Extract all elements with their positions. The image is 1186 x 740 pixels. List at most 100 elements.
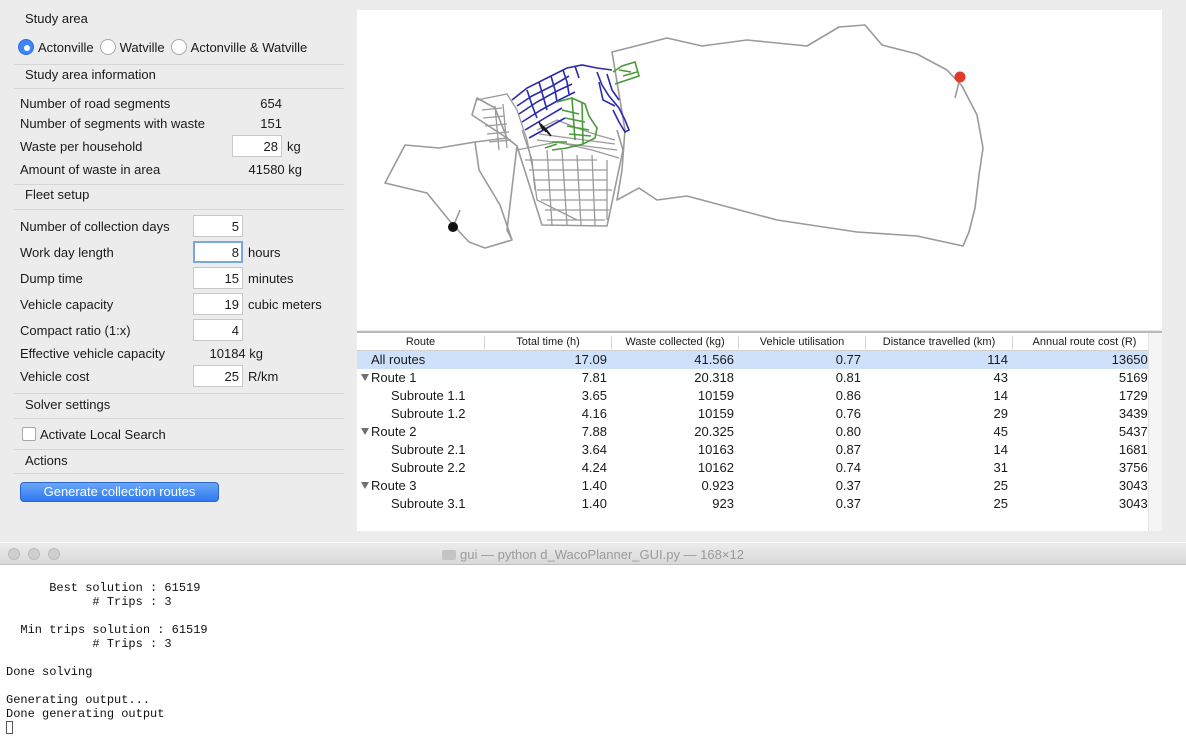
divider: [14, 449, 344, 450]
generate-routes-button[interactable]: Generate collection routes: [20, 482, 219, 502]
col-distance[interactable]: Distance travelled (km): [866, 336, 1013, 349]
route-name-cell: Route 1: [371, 370, 417, 385]
table-cell: 0.74: [835, 460, 861, 475]
route-name-cell: All routes: [371, 352, 426, 367]
fleet-setup-header: Fleet setup: [25, 187, 90, 202]
table-cell: 7.88: [581, 424, 607, 439]
folder-icon: [442, 550, 457, 560]
app-window: Study area Actonville Watville Actonvill…: [0, 0, 1186, 542]
radio-actonville-label[interactable]: Actonville: [38, 40, 94, 55]
table-row[interactable]: Subroute 1.2 4.16 10159 0.76 29 34397: [357, 405, 1162, 423]
radio-both-label[interactable]: Actonville & Watville: [191, 40, 308, 55]
effective-capacity-value: 10184 kg: [209, 346, 264, 361]
table-cell: 0.37: [835, 496, 861, 511]
workday-field[interactable]: [193, 241, 243, 263]
table-row[interactable]: Subroute 2.2 4.24 10162 0.74 31 37565: [357, 459, 1162, 477]
terminal-title: gui — python d_WacoPlanner_GUI.py — 168×…: [0, 547, 1186, 562]
table-cell: 45: [993, 424, 1008, 439]
table-cell: 20.318: [694, 370, 734, 385]
waste-segments-value: 151: [260, 116, 282, 131]
table-row[interactable]: Subroute 3.1 1.40 923 0.37 25 30432: [357, 495, 1162, 513]
vehicle-cost-label: Vehicle cost: [20, 369, 90, 384]
terminal-line: # Trips : 3: [6, 637, 172, 651]
terminal-window: gui — python d_WacoPlanner_GUI.py — 168×…: [0, 543, 1186, 740]
table-cell: 25: [993, 496, 1008, 511]
table-row[interactable]: All routes 17.09 41.566 0.77 114 136502: [357, 351, 1162, 369]
table-cell: 0.77: [835, 352, 861, 367]
effective-capacity-label: Effective vehicle capacity: [20, 346, 165, 361]
table-cell: 30432: [1118, 496, 1155, 511]
routes-table: Route Total time (h) Waste collected (kg…: [357, 331, 1162, 531]
workday-unit: hours: [248, 245, 281, 260]
radio-actonville[interactable]: [18, 39, 34, 55]
table-cell: 17.09: [574, 352, 607, 367]
table-cell: 3.65: [581, 388, 607, 403]
compact-ratio-field[interactable]: [193, 319, 243, 341]
route-map[interactable]: [357, 10, 1162, 330]
terminal-line: Generating output...: [6, 693, 151, 707]
compact-ratio-label: Compact ratio (1:x): [20, 323, 131, 338]
table-cell: 0.37: [835, 478, 861, 493]
col-waste-collected[interactable]: Waste collected (kg): [612, 336, 739, 349]
terminal-output[interactable]: Best solution : 61519 # Trips : 3 Min tr…: [6, 581, 208, 721]
table-cell: 0.87: [835, 442, 861, 457]
waste-per-household-field[interactable]: [232, 135, 282, 157]
table-body: All routes 17.09 41.566 0.77 114 136502 Route …: [357, 351, 1162, 513]
terminal-line: # Trips : 3: [6, 595, 172, 609]
disclosure-triangle-icon[interactable]: [361, 374, 369, 381]
disclosure-triangle-icon[interactable]: [361, 482, 369, 489]
map-canvas: [384, 24, 984, 249]
study-area-radio-group: Actonville Watville Actonville & Watvill…: [18, 39, 313, 55]
table-row[interactable]: Subroute 1.1 3.65 10159 0.86 14 17299: [357, 387, 1162, 405]
table-row[interactable]: Route 2 7.88 20.325 0.80 45 54374: [357, 423, 1162, 441]
waste-per-household-unit: kg: [287, 139, 301, 154]
terminal-line: Done generating output: [6, 707, 165, 721]
table-cell: 17299: [1118, 388, 1155, 403]
table-scrollbar[interactable]: [1148, 333, 1162, 531]
workday-label: Work day length: [20, 245, 114, 260]
table-cell: 114: [987, 352, 1008, 367]
terminal-titlebar[interactable]: gui — python d_WacoPlanner_GUI.py — 168×…: [0, 543, 1186, 565]
table-cell: 4.16: [581, 406, 607, 421]
vehicle-capacity-field[interactable]: [193, 293, 243, 315]
col-total-time[interactable]: Total time (h): [485, 336, 612, 349]
local-search-label[interactable]: Activate Local Search: [40, 427, 166, 442]
radio-watville[interactable]: [99, 39, 116, 55]
road-network: [476, 93, 620, 226]
table-cell: 10162: [697, 460, 734, 475]
table-cell: 0.81: [835, 370, 861, 385]
radio-watville-label[interactable]: Watville: [120, 40, 165, 55]
table-cell: 3.64: [581, 442, 607, 457]
actions-header: Actions: [25, 453, 68, 468]
divider: [14, 473, 344, 474]
route-name-cell: Route 3: [371, 478, 417, 493]
table-cell: 1.40: [581, 496, 607, 511]
radio-both[interactable]: [170, 39, 187, 55]
disclosure-triangle-icon[interactable]: [361, 428, 369, 435]
dump-time-field[interactable]: [193, 267, 243, 289]
table-cell: 31: [993, 460, 1008, 475]
waste-area-value: 41580 kg: [248, 162, 303, 177]
table-cell: 136502: [1111, 352, 1155, 367]
study-area-header: Study area: [25, 11, 88, 26]
table-cell: 20.325: [694, 424, 734, 439]
local-search-checkbox[interactable]: [22, 427, 36, 441]
road-segments-label: Number of road segments: [20, 96, 171, 111]
table-row[interactable]: Subroute 2.1 3.64 10163 0.87 14 16810: [357, 441, 1162, 459]
table-row[interactable]: Route 1 7.81 20.318 0.81 43 51696: [357, 369, 1162, 387]
col-route[interactable]: Route: [357, 336, 485, 349]
table-cell: 30432: [1118, 478, 1155, 493]
terminal-line: Done solving: [6, 665, 93, 679]
col-annual-cost[interactable]: Annual route cost (R): [1013, 336, 1156, 349]
table-cell: 0.76: [835, 406, 861, 421]
table-cell: 0.80: [835, 424, 861, 439]
table-cell: 14: [993, 442, 1008, 457]
table-cell: 29: [993, 406, 1008, 421]
col-vehicle-utilisation[interactable]: Vehicle utilisation: [739, 336, 866, 349]
table-row[interactable]: Route 3 1.40 0.923 0.37 25 30432: [357, 477, 1162, 495]
vehicle-cost-field[interactable]: [193, 365, 243, 387]
collection-days-field[interactable]: [193, 215, 243, 237]
table-cell: 16810: [1118, 442, 1155, 457]
